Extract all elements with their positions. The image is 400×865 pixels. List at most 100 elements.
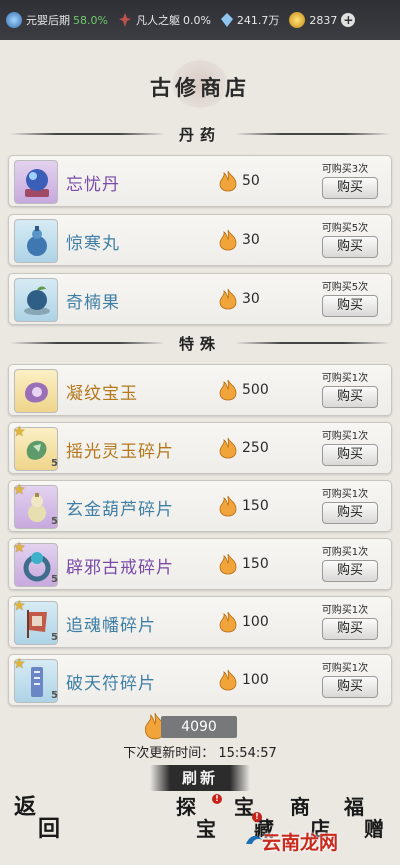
item-name: 摇光灵玉碎片 bbox=[66, 442, 174, 462]
coin-amount: 2837 bbox=[309, 13, 338, 27]
status-bar: 元婴后期 58.0% 凡人之躯 0.0% 241.7万 2837 + bbox=[0, 0, 400, 40]
body-label: 凡人之躯 bbox=[135, 14, 180, 27]
buy-button[interactable]: 购买 bbox=[322, 560, 378, 582]
realm-label: 元婴后期 bbox=[26, 14, 70, 27]
page-title: 古修商店 bbox=[150, 75, 250, 100]
gem-icon bbox=[220, 13, 233, 27]
purchase-limit: 可购买5次 bbox=[321, 223, 369, 234]
item-name: 奇楠果 bbox=[66, 293, 120, 313]
tab-welfare[interactable]: 福 赠 bbox=[344, 796, 390, 848]
buy-button[interactable]: 购买 bbox=[322, 618, 378, 640]
next-refresh-label: 下次更新时间： bbox=[123, 746, 215, 761]
item-price: 150 bbox=[216, 494, 269, 518]
fragment-count: 5 bbox=[51, 690, 58, 701]
buy-button[interactable]: 购买 bbox=[322, 444, 378, 466]
crystal-orb-icon bbox=[25, 169, 49, 197]
item-price: 30 bbox=[216, 287, 260, 311]
tab-explore[interactable]: 探 宝 ! bbox=[176, 794, 222, 848]
spirit-flame-icon bbox=[219, 611, 237, 633]
fragment-star-icon: ★ bbox=[13, 540, 26, 556]
item-price: 100 bbox=[216, 668, 269, 692]
fragment-count: 5 bbox=[51, 632, 58, 643]
shop-item: 忘忧丹 50 可购买3次 购买 bbox=[8, 155, 392, 207]
purchase-limit: 可购买1次 bbox=[321, 489, 369, 500]
notification-badge: ! bbox=[212, 794, 222, 804]
buy-button[interactable]: 购买 bbox=[322, 236, 378, 258]
item-icon-frame bbox=[14, 219, 58, 263]
item-icon-frame: ★ 5 bbox=[13, 540, 58, 587]
spirit-flame-icon bbox=[219, 379, 237, 401]
shop-item: 惊寒丸 30 可购买5次 购买 bbox=[8, 214, 392, 266]
fragment-count: 5 bbox=[51, 574, 58, 585]
buy-button[interactable]: 购买 bbox=[322, 177, 378, 199]
spirit-flame-icon bbox=[219, 437, 237, 459]
purchase-limit: 可购买1次 bbox=[321, 373, 369, 384]
item-price: 500 bbox=[216, 378, 269, 402]
shop-item: ★ 5 破天符碎片 100 可购买1次 购买 bbox=[8, 654, 392, 706]
item-icon-frame: ★ 5 bbox=[13, 482, 58, 529]
purchase-limit: 可购买1次 bbox=[321, 431, 369, 442]
refresh-button[interactable]: 刷新 bbox=[150, 765, 250, 791]
buy-button[interactable]: 购买 bbox=[322, 295, 378, 317]
shop-item: 奇楠果 30 可购买5次 购买 bbox=[8, 273, 392, 325]
item-price: 100 bbox=[216, 610, 269, 634]
body-status[interactable]: 凡人之躯 0.0% bbox=[118, 12, 211, 28]
item-price: 30 bbox=[216, 228, 260, 252]
section-header-pills: 丹药 bbox=[10, 121, 391, 147]
spirit-flame-icon bbox=[219, 288, 237, 310]
realm-orb-icon bbox=[6, 12, 22, 28]
item-icon-frame bbox=[14, 278, 58, 322]
next-refresh-timer: 下次更新时间： 15:54:57 bbox=[0, 742, 400, 761]
spirit-flame-icon bbox=[219, 229, 237, 251]
gem-counter[interactable]: 241.7万 bbox=[220, 12, 280, 28]
purchase-limit: 可购买1次 bbox=[321, 605, 369, 616]
coin-icon bbox=[289, 12, 306, 28]
buy-button[interactable]: 购买 bbox=[322, 502, 378, 524]
back-button[interactable]: 返 回 bbox=[14, 796, 64, 846]
item-icon-frame bbox=[14, 369, 58, 413]
jade-treasure-icon bbox=[25, 382, 48, 403]
shop-item: ★ 5 辟邪古戒碎片 150 可购买1次 购买 bbox=[8, 538, 392, 590]
realm-percent: 58.0% bbox=[73, 13, 108, 27]
add-coins-button[interactable]: + bbox=[341, 13, 356, 27]
item-icon-frame: ★ 5 bbox=[13, 598, 58, 645]
watermark-text: 云南龙网 bbox=[262, 832, 339, 854]
item-icon-frame: ★ 5 bbox=[13, 424, 58, 471]
fragment-star-icon: ★ bbox=[13, 598, 26, 614]
fragment-star-icon: ★ bbox=[13, 424, 26, 440]
currency-balance: 4090 bbox=[161, 716, 237, 738]
item-name: 追魂幡碎片 bbox=[66, 616, 156, 636]
coin-counter[interactable]: 2837 + bbox=[289, 12, 356, 28]
item-icon-frame: ★ 5 bbox=[13, 656, 58, 703]
item-price: 150 bbox=[216, 552, 269, 576]
shop-item: ★ 5 玄金葫芦碎片 150 可购买1次 购买 bbox=[8, 480, 392, 532]
watermark-logo-icon bbox=[246, 835, 262, 844]
notification-badge: ! bbox=[252, 812, 262, 822]
item-price: 250 bbox=[216, 436, 269, 460]
fragment-count: 5 bbox=[51, 516, 58, 527]
spirit-flame-icon bbox=[219, 553, 237, 575]
fruit-icon bbox=[24, 286, 50, 315]
item-icon-frame bbox=[14, 160, 58, 204]
item-name: 玄金葫芦碎片 bbox=[66, 500, 174, 520]
item-name: 破天符碎片 bbox=[66, 674, 156, 694]
fragment-star-icon: ★ bbox=[13, 482, 26, 498]
purchase-limit: 可购买5次 bbox=[321, 282, 369, 293]
item-name: 凝纹宝玉 bbox=[66, 384, 138, 404]
section-title: 丹药 bbox=[179, 125, 222, 144]
body-percent: 0.0% bbox=[182, 13, 211, 27]
next-refresh-time: 15:54:57 bbox=[218, 746, 277, 761]
purchase-limit: 可购买1次 bbox=[321, 663, 369, 674]
item-name: 惊寒丸 bbox=[66, 234, 120, 254]
gem-amount: 241.7万 bbox=[236, 14, 280, 27]
buy-button[interactable]: 购买 bbox=[322, 676, 378, 698]
shop-item: ★ 5 追魂幡碎片 100 可购买1次 购买 bbox=[8, 596, 392, 648]
shop-item: ★ 5 摇光灵玉碎片 250 可购买1次 购买 bbox=[8, 422, 392, 474]
realm-status[interactable]: 元婴后期 58.0% bbox=[6, 12, 108, 28]
body-cultivation-icon bbox=[118, 13, 131, 27]
spirit-flame-icon bbox=[219, 495, 237, 517]
item-name: 辟邪古戒碎片 bbox=[66, 558, 174, 578]
buy-button[interactable]: 购买 bbox=[322, 386, 378, 408]
item-price: 50 bbox=[216, 169, 260, 193]
spirit-flame-icon bbox=[219, 170, 237, 192]
